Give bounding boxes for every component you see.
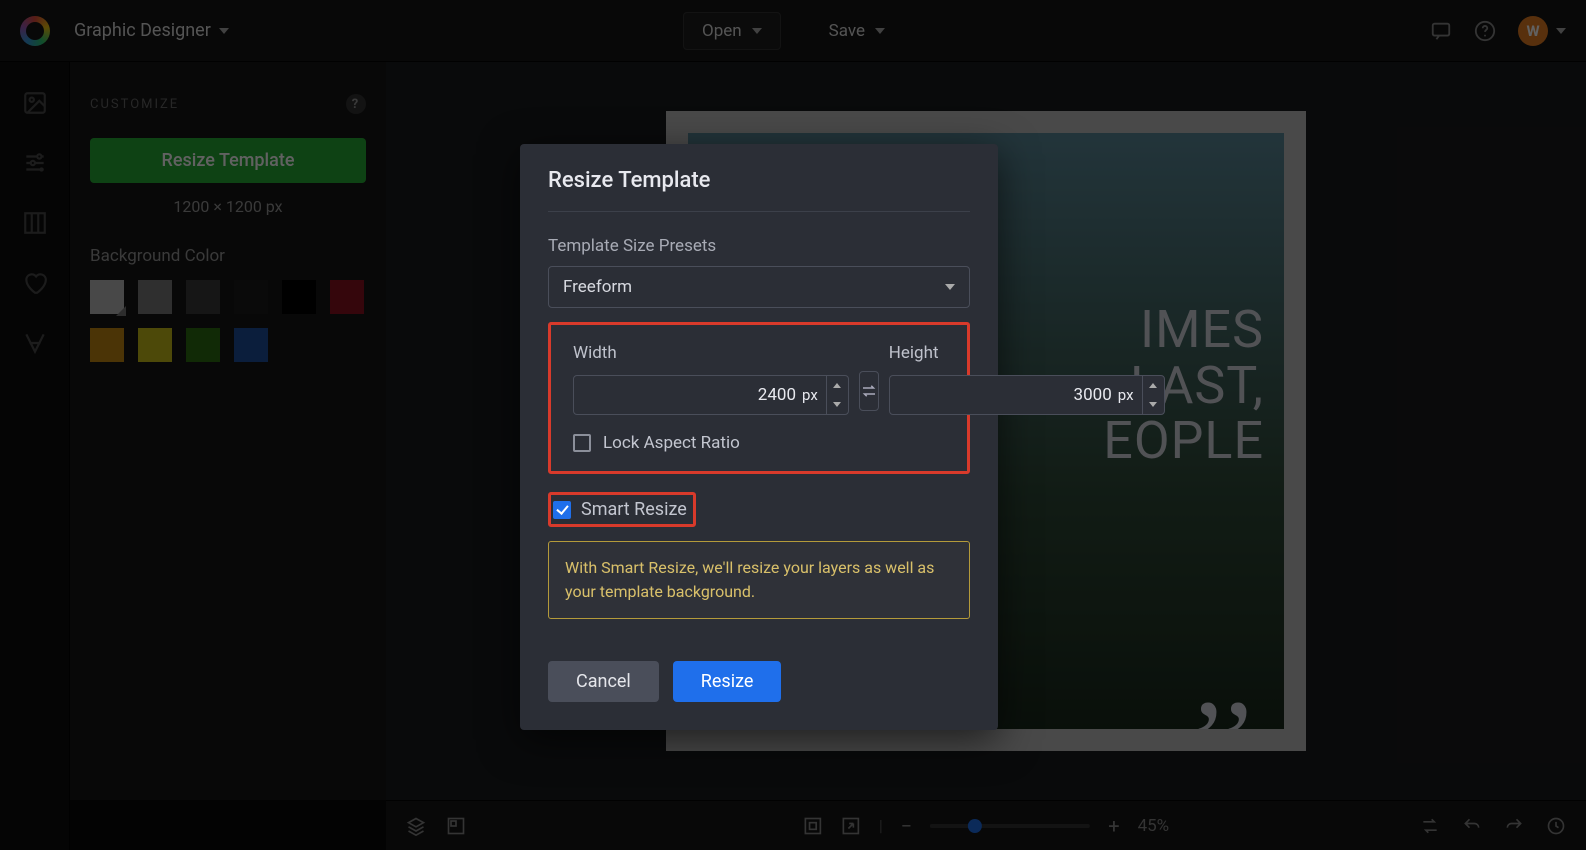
swap-dimensions-button[interactable]	[859, 371, 879, 411]
height-step-down[interactable]	[1143, 395, 1164, 414]
height-step-up[interactable]	[1143, 376, 1164, 395]
height-stepper[interactable]	[1142, 376, 1164, 414]
height-input-wrap: px	[889, 375, 1165, 415]
smart-resize-info: With Smart Resize, we'll resize your lay…	[548, 541, 970, 619]
preset-select[interactable]: Freeform	[548, 266, 970, 308]
presets-label: Template Size Presets	[548, 236, 970, 256]
height-input[interactable]	[890, 385, 1118, 405]
dimensions-highlight: Width px Height px	[548, 322, 970, 474]
smart-resize-checkbox[interactable]	[553, 501, 571, 519]
lock-aspect-checkbox[interactable]	[573, 434, 591, 452]
resize-template-dialog: Resize Template Template Size Presets Fr…	[520, 144, 998, 730]
swap-arrows-icon	[860, 382, 878, 400]
width-label: Width	[573, 343, 849, 363]
height-label: Height	[889, 343, 1165, 363]
cancel-button[interactable]: Cancel	[548, 661, 659, 702]
width-unit: px	[802, 386, 826, 404]
dialog-title: Resize Template	[548, 168, 970, 193]
width-step-up[interactable]	[827, 376, 848, 395]
lock-aspect-label: Lock Aspect Ratio	[603, 433, 740, 453]
resize-button[interactable]: Resize	[673, 661, 782, 702]
height-unit: px	[1118, 386, 1142, 404]
divider	[548, 211, 970, 212]
preset-value: Freeform	[563, 277, 632, 297]
width-step-down[interactable]	[827, 395, 848, 414]
smart-resize-label: Smart Resize	[581, 499, 687, 520]
width-stepper[interactable]	[826, 376, 848, 414]
app-shell: Graphic Designer Open Save W	[0, 0, 1586, 62]
width-input-wrap: px	[573, 375, 849, 415]
width-input[interactable]	[574, 385, 802, 405]
info-text: With Smart Resize, we'll resize your lay…	[565, 556, 953, 604]
chevron-down-icon	[945, 284, 955, 290]
smart-resize-highlight: Smart Resize	[548, 492, 696, 527]
